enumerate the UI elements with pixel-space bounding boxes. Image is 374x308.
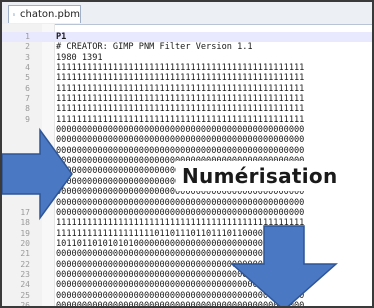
overlay-graphics <box>2 127 338 306</box>
editor-window: chaton.pbm 1 P1 2 # CREATOR: GIMP PNM Filte… <box>0 0 374 308</box>
numerisation-label: Numérisation <box>176 161 344 191</box>
arrow-right-icon <box>2 127 73 221</box>
arrow-down-icon <box>230 225 338 306</box>
